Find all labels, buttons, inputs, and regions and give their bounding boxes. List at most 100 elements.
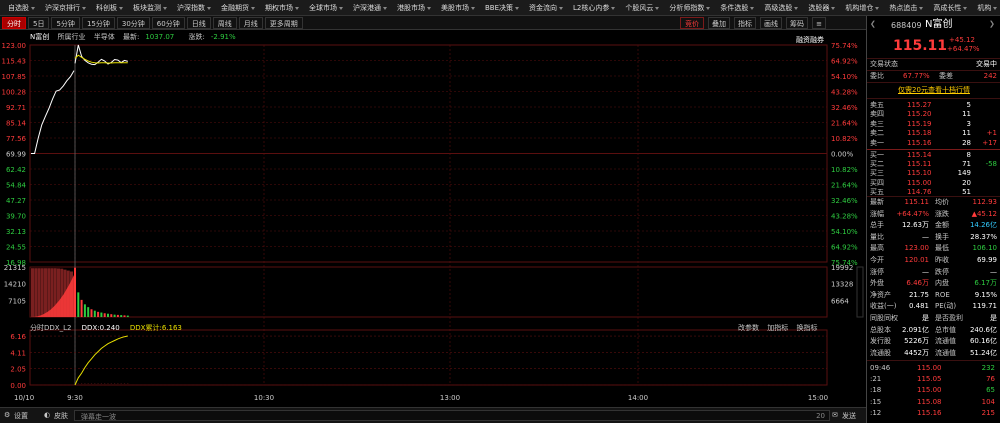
- barrage-input[interactable]: 弹幕走一波 20: [74, 410, 830, 421]
- top-menu-item[interactable]: 全球市场: [301, 0, 345, 15]
- tick-time: :12: [870, 408, 882, 417]
- top-menu-item[interactable]: 分析师指数: [661, 0, 712, 15]
- pct-axis-label: 21.64%: [831, 120, 858, 128]
- period-tab[interactable]: 日线: [186, 16, 211, 29]
- level2-promo-link[interactable]: 仅需20元查看十档行情: [867, 86, 1000, 95]
- chart-tool-button[interactable]: 竞价: [680, 17, 704, 29]
- settings-label[interactable]: 设置: [14, 411, 28, 421]
- bid-price: 115.14: [907, 151, 932, 159]
- period-tab[interactable]: 更多周期: [264, 16, 303, 29]
- period-tab[interactable]: 5分钟: [51, 16, 80, 29]
- stat-value: 123.00: [904, 244, 930, 253]
- vol-axis-label: 21315: [4, 264, 26, 272]
- ask-row[interactable]: 卖一 115.16 28 +17: [867, 139, 1000, 148]
- bid-volume: 8: [966, 151, 971, 159]
- ddx-add-indicator-button[interactable]: 加指标: [767, 324, 788, 332]
- period-tab[interactable]: 60分钟: [151, 16, 185, 29]
- top-menu-item[interactable]: 沪深指数: [169, 0, 213, 15]
- trade-status-row: 交易状态 交易中: [867, 60, 1000, 69]
- top-menu-item[interactable]: 金融期货: [213, 0, 257, 15]
- top-menu-item[interactable]: 个股风云: [617, 0, 661, 15]
- bid-row[interactable]: 买二 115.11 71 -58: [867, 160, 1000, 169]
- top-menu-item[interactable]: BBE决策: [477, 0, 521, 15]
- skin-label[interactable]: 皮肤: [54, 411, 68, 421]
- time-axis-label: 14:00: [628, 394, 648, 402]
- intraday-chart[interactable]: 123.00 115.43 107.85 100.28 92.71 85.14 77.56 6…: [0, 30, 866, 407]
- period-tab[interactable]: 30分钟: [116, 16, 150, 29]
- ddx-tab[interactable]: 分时DDX_L2: [30, 324, 71, 332]
- stat-label: 昨收: [935, 256, 949, 264]
- top-menu-item[interactable]: 机构: [969, 0, 999, 15]
- bid-row[interactable]: 买三 115.10 149: [867, 169, 1000, 178]
- ask-row[interactable]: 卖五 115.27 5: [867, 101, 1000, 110]
- period-tab[interactable]: 分时: [2, 16, 26, 29]
- bid-row[interactable]: 买四 115.00 20: [867, 179, 1000, 188]
- ddx-switch-indicator-button[interactable]: 换指标: [796, 324, 817, 332]
- pct-axis-label: 64.92%: [831, 58, 858, 66]
- bid-row[interactable]: 买一 115.14 8: [867, 151, 1000, 160]
- ask-row[interactable]: 卖三 115.19 3: [867, 120, 1000, 129]
- ask-delta: +17: [982, 138, 997, 147]
- stat-label: 金额: [935, 221, 949, 230]
- stat-label: 总股本: [870, 325, 891, 334]
- ddx-axis-label: 4.11: [10, 349, 26, 357]
- top-menu-item[interactable]: 自选股: [0, 0, 37, 15]
- send-button[interactable]: 发送: [842, 411, 856, 421]
- top-menu-item[interactable]: 选股器: [800, 0, 837, 15]
- top-menu-item[interactable]: 高成长性: [925, 0, 969, 15]
- send-icon[interactable]: ✉: [832, 411, 838, 419]
- ask-row[interactable]: 卖四 115.20 11: [867, 110, 1000, 119]
- bottom-bar: ⚙ 设置 ◐ 皮肤 弹幕走一波 20 ✉ 发送: [0, 407, 866, 423]
- ddx-edit-params-button[interactable]: 改参数: [738, 324, 759, 332]
- chart-tool-button[interactable]: 画线: [760, 17, 782, 29]
- top-menu-item[interactable]: 条件选股: [712, 0, 756, 15]
- volume-bar: [74, 267, 76, 317]
- stat-row: 发行股 5226万 流通值 60.16亿: [867, 337, 1000, 346]
- top-menu-item[interactable]: L2核心内参: [565, 0, 617, 15]
- top-menu-item[interactable]: 美股市场: [433, 0, 477, 15]
- pct-axis-label: 43.28%: [831, 213, 858, 221]
- top-menu-item[interactable]: 热点追击: [881, 0, 925, 15]
- volume-bar: [87, 307, 90, 317]
- volume-bar: [97, 311, 100, 317]
- weibi-row: 委比 67.77% 委差 242: [867, 72, 1000, 81]
- ask-level-label: 卖一: [870, 138, 884, 147]
- top-menu-item[interactable]: 资金流向: [521, 0, 565, 15]
- skin-icon[interactable]: ◐: [44, 411, 50, 419]
- ask-volume: 28: [962, 138, 971, 147]
- chart-scroll-handle[interactable]: [856, 266, 864, 318]
- stat-value: —: [922, 232, 929, 241]
- chart-tool-button[interactable]: 指标: [734, 17, 756, 29]
- top-menu-item[interactable]: 高级选股: [756, 0, 800, 15]
- chart-tool-button[interactable]: 筹码: [786, 17, 808, 29]
- ask-row[interactable]: 卖二 115.18 11 +1: [867, 129, 1000, 138]
- period-tab[interactable]: 月线: [238, 16, 263, 29]
- forward-arrow-icon[interactable]: ❯: [989, 20, 995, 29]
- chart-tool-button[interactable]: ≡: [812, 17, 826, 29]
- stat-row: 量比 — 换手 28.37%: [867, 233, 1000, 242]
- top-menu-item[interactable]: 科创板: [88, 0, 125, 15]
- period-tab[interactable]: 周线: [212, 16, 237, 29]
- panel-frame: [29, 329, 828, 386]
- period-tab[interactable]: 5日: [28, 16, 50, 29]
- stat-value: —: [990, 267, 997, 276]
- period-tab[interactable]: 15分钟: [81, 16, 115, 29]
- stat-label: 跌停: [935, 267, 949, 276]
- price-axis-label: 85.14: [6, 120, 27, 128]
- top-menu-item[interactable]: 沪深港通: [345, 0, 389, 15]
- settings-icon[interactable]: ⚙: [4, 411, 10, 419]
- chart-tool-button[interactable]: 叠加: [708, 17, 730, 29]
- top-menu-item[interactable]: 板块监测: [125, 0, 169, 15]
- top-menu-item[interactable]: 机构增仓: [837, 0, 881, 15]
- tick-price: 115.16: [917, 408, 942, 417]
- top-menu-item[interactable]: 港股市场: [389, 0, 433, 15]
- stat-value: 2.091亿: [901, 325, 929, 334]
- top-menu-item[interactable]: 沪深京排行: [37, 0, 88, 15]
- top-menu-item[interactable]: 期权市场: [257, 0, 301, 15]
- weibi-value: 67.77%: [903, 72, 930, 80]
- stat-value: 是: [990, 314, 997, 322]
- volume-bar: [90, 309, 93, 317]
- chart-grid: [29, 44, 828, 386]
- promo-row[interactable]: 仅需20元查看十档行情: [867, 86, 1000, 95]
- back-arrow-icon[interactable]: ❮: [870, 20, 876, 29]
